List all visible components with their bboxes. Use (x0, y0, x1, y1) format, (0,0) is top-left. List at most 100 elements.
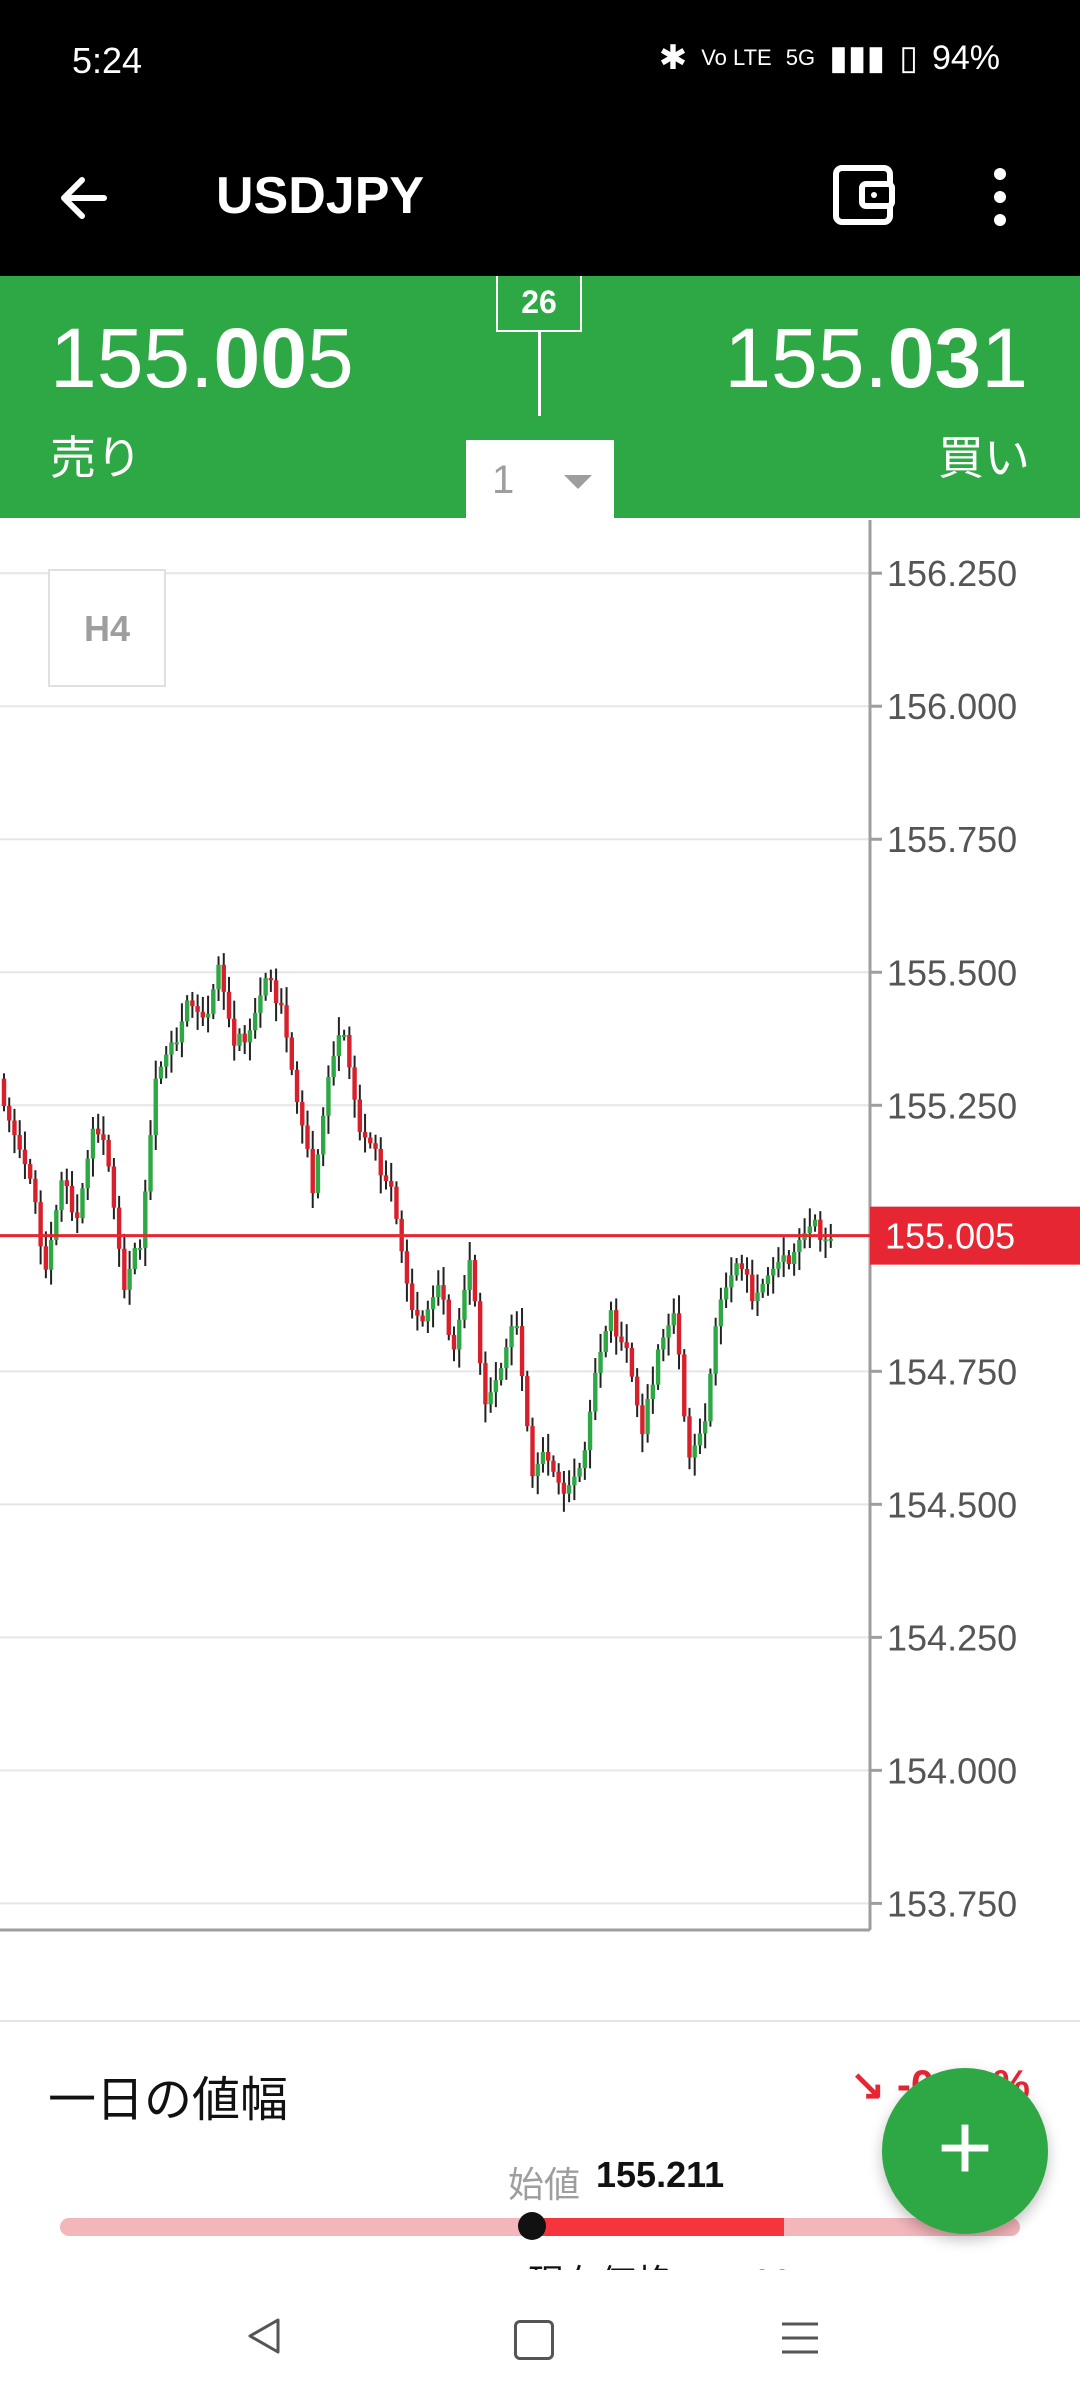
candle-body (389, 1181, 394, 1187)
candle-body (697, 1433, 703, 1446)
candle-body (357, 1099, 363, 1132)
candle-body (702, 1421, 708, 1434)
candle-body (284, 1005, 289, 1038)
quote-bar: 155.005 売り 155.031 買い 26 1 (0, 276, 1080, 518)
candle-body (195, 1006, 200, 1012)
candle-body (587, 1411, 593, 1451)
candle-body (755, 1292, 760, 1302)
candle-body (493, 1380, 499, 1393)
y-tick-label: 155.500 (887, 952, 1017, 993)
nav-recents-icon[interactable] (780, 2318, 820, 2358)
candle-body (593, 1372, 598, 1412)
candle-body (415, 1309, 420, 1316)
candle-body (247, 1030, 253, 1043)
candle-body (190, 1000, 195, 1007)
candle-body (577, 1468, 582, 1477)
candle-body (289, 1037, 294, 1070)
candle-body (164, 1054, 169, 1067)
candle-body (122, 1248, 127, 1290)
candle-body (17, 1135, 22, 1150)
candle-body (232, 1018, 237, 1046)
candle-body (1, 1078, 7, 1106)
candle-body (237, 1033, 242, 1046)
sell-price[interactable]: 155.005 (50, 310, 354, 407)
candle-body (739, 1263, 745, 1269)
candle-body (137, 1247, 143, 1250)
candle-body (111, 1166, 117, 1208)
candle-body (472, 1260, 478, 1302)
candle-body (514, 1326, 520, 1329)
candle-body (823, 1239, 828, 1242)
candle-body (750, 1274, 755, 1302)
candle-body (509, 1326, 514, 1348)
candle-body (776, 1262, 781, 1269)
bluetooth-icon: ✱ (658, 39, 688, 77)
candle-body (682, 1354, 687, 1417)
lot-size-value: 1 (492, 458, 515, 502)
candle-body (525, 1376, 530, 1427)
candle-body (624, 1342, 629, 1348)
buy-price[interactable]: 155.031 (724, 310, 1028, 407)
candle-body (127, 1268, 132, 1290)
candle-body (551, 1460, 556, 1472)
candle-body (436, 1285, 441, 1298)
candle-body (797, 1239, 802, 1252)
y-tick-label: 155.750 (887, 819, 1017, 860)
candle-body (729, 1275, 734, 1288)
candle-body (744, 1268, 750, 1275)
nav-home-icon[interactable] (514, 2320, 554, 2360)
battery-level: 94% (931, 38, 1000, 77)
candle-body (734, 1263, 739, 1276)
more-options-icon[interactable] (980, 162, 1020, 232)
current-price-tag-label: 155.005 (885, 1216, 1015, 1257)
buy-label[interactable]: 買い (938, 422, 1030, 488)
back-arrow-icon[interactable] (52, 166, 116, 230)
candle-body (807, 1226, 813, 1234)
candle-body (174, 1042, 179, 1045)
candle-body (645, 1398, 650, 1435)
candle-body (226, 991, 232, 1019)
candle-body (519, 1326, 525, 1377)
candle-body (69, 1185, 75, 1213)
open-price-marker (518, 2212, 546, 2240)
candle-body (608, 1310, 614, 1332)
candle-body (676, 1313, 682, 1355)
candle-body (687, 1416, 692, 1458)
nav-back-icon[interactable] (244, 2316, 284, 2356)
candle-body (671, 1313, 676, 1326)
candle-body (326, 1077, 331, 1116)
add-order-button[interactable]: + (882, 2068, 1048, 2234)
candle-body (546, 1452, 551, 1461)
candle-body (708, 1373, 713, 1422)
timeframe-button[interactable]: H4 (48, 569, 166, 687)
candle-body (336, 1035, 342, 1057)
section-divider (0, 2020, 1080, 2022)
candle-body (179, 1021, 185, 1043)
candle-body (153, 1078, 158, 1136)
candle-body (441, 1285, 446, 1300)
candle-body (294, 1069, 300, 1103)
price-chart[interactable]: 156.250 156.000 155.750 155.500 155.250 154.7… (0, 518, 1080, 1998)
candle-body (723, 1287, 729, 1300)
candle-body (116, 1207, 122, 1249)
candle-body (205, 1013, 211, 1018)
candle-body (341, 1035, 347, 1038)
candle-body (95, 1128, 101, 1135)
wallet-icon[interactable] (832, 160, 896, 230)
candle-body (467, 1260, 472, 1290)
candles (1, 953, 833, 1512)
candle-body (614, 1310, 619, 1337)
lot-size-dropdown[interactable]: 1 (466, 440, 614, 518)
volte-icon: Vo LTE (701, 45, 772, 70)
candle-body (629, 1347, 635, 1377)
candle-body (352, 1067, 357, 1100)
candle-body (430, 1297, 436, 1310)
candle-body (33, 1178, 38, 1203)
candle-body (263, 978, 268, 996)
candle-body (64, 1180, 69, 1186)
candle-body (242, 1033, 247, 1043)
sell-label[interactable]: 売り (50, 422, 142, 488)
status-time: 5:24 (72, 40, 143, 81)
candle-body (425, 1309, 431, 1322)
battery-icon: ▯ (899, 39, 918, 77)
